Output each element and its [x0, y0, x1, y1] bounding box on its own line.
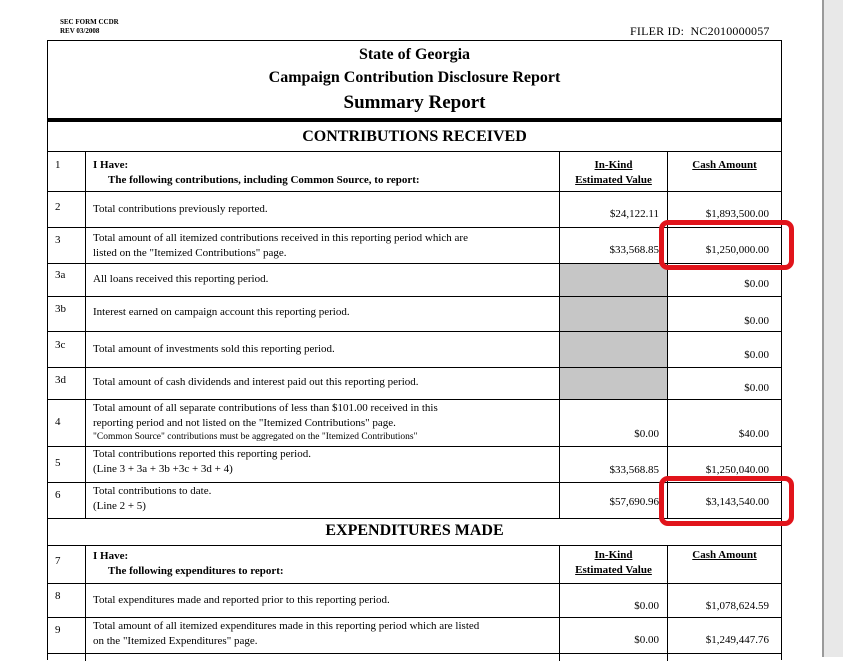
cash-amount: $1,893,500.00 — [705, 208, 769, 220]
row-description: Total amount of cash dividends and inter… — [93, 376, 419, 388]
column-header-text: In-Kind — [594, 549, 633, 561]
intro-line: The following contributions, including C… — [108, 174, 420, 186]
divider — [48, 545, 781, 546]
inkind-amount: $57,690.96 — [609, 496, 660, 508]
disabled-cell — [560, 264, 667, 296]
description-line: Total amount of all itemized contributio… — [93, 232, 468, 244]
cash-column-header: Cash Amount — [692, 549, 757, 561]
row-number: 8 — [55, 590, 61, 602]
inkind-amount: $24,122.11 — [609, 208, 659, 220]
row-description: Total contributions reported this report… — [93, 447, 543, 477]
inkind-amount: $0.00 — [634, 634, 659, 646]
divider — [85, 151, 86, 518]
divider — [85, 545, 86, 661]
row-number: 3b — [55, 303, 66, 315]
header-rule — [48, 118, 781, 122]
row-number: 6 — [55, 489, 61, 501]
form-code: SEC FORM CCDR — [60, 18, 119, 26]
inkind-amount: $33,568.85 — [609, 244, 660, 256]
disabled-cell — [560, 368, 667, 399]
form-identifier: SEC FORM CCDR REV 03/2008 — [60, 18, 119, 36]
row-description: Interest earned on campaign account this… — [93, 306, 350, 318]
inkind-amount: $0.00 — [634, 600, 659, 612]
row-description: Total contributions to date. (Line 2 + 5… — [93, 484, 543, 514]
description-line: (Line 2 + 5) — [93, 500, 146, 512]
intro-line: I Have: — [93, 550, 129, 562]
row-description: Total contributions previously reported. — [93, 203, 268, 215]
row-number: 3 — [55, 234, 61, 246]
cash-amount: $1,078,624.59 — [705, 600, 769, 612]
divider — [48, 367, 781, 368]
row-description: Total amount of all itemized contributio… — [93, 231, 543, 261]
filer-id-value: NC2010000057 — [690, 24, 770, 38]
cash-amount: $0.00 — [744, 315, 769, 327]
divider — [667, 151, 668, 518]
cash-amount: $1,249,447.76 — [705, 634, 769, 646]
description-line: (Line 3 + 3a + 3b +3c + 3d + 4) — [93, 463, 233, 475]
report-frame: State of Georgia Campaign Contribution D… — [47, 40, 782, 661]
inkind-amount: $0.00 — [634, 428, 659, 440]
row-description: All loans received this reporting period… — [93, 273, 269, 285]
disabled-cell — [560, 297, 667, 331]
divider — [48, 191, 781, 192]
cash-amount: $40.00 — [738, 428, 769, 440]
column-header-text: Estimated Value — [575, 174, 652, 186]
row-number: 3d — [55, 374, 66, 386]
report-title: Campaign Contribution Disclosure Report — [268, 69, 561, 86]
description-line: reporting period and not listed on the "… — [93, 417, 396, 429]
divider — [48, 331, 781, 332]
description-line: listed on the "Itemized Contributions" p… — [93, 247, 287, 259]
summary-title: Summary Report — [343, 92, 486, 113]
state-title: State of Georgia — [358, 46, 471, 63]
inkind-column-header: In-Kind Estimated Value — [560, 548, 667, 578]
filer-id-label: FILER ID: — [630, 24, 685, 38]
cash-amount: $0.00 — [744, 349, 769, 361]
row-number: 5 — [55, 457, 61, 469]
divider — [48, 296, 781, 297]
intro-line: The following expenditures to report: — [108, 565, 284, 577]
description-note: "Common Source" contributions must be ag… — [93, 432, 418, 442]
row-description: Total amount of all separate contributio… — [93, 401, 543, 444]
row-number: 9 — [55, 624, 61, 636]
row-number: 7 — [55, 555, 61, 567]
row-description: Total amount of all itemized expenditure… — [93, 619, 543, 649]
row-number: 3c — [55, 339, 66, 351]
row-description: Total amount of investments sold this re… — [93, 343, 335, 355]
divider — [48, 399, 781, 400]
disabled-cell — [560, 332, 667, 367]
column-header-text: In-Kind — [594, 159, 633, 171]
contributions-intro: I Have: The following contributions, inc… — [93, 158, 543, 188]
inkind-amount: $33,568.85 — [609, 464, 660, 476]
column-header-text: Estimated Value — [575, 564, 652, 576]
viewer-background — [824, 0, 843, 657]
inkind-column-header: In-Kind Estimated Value — [560, 158, 667, 188]
report-header: State of Georgia Campaign Contribution D… — [48, 41, 781, 120]
description-line: Total amount of all separate contributio… — [93, 402, 438, 414]
highlight-line3-cash — [659, 220, 794, 270]
description-line: Total contributions reported this report… — [93, 448, 311, 460]
row-number: 3a — [55, 269, 66, 281]
divider — [48, 653, 781, 654]
divider — [48, 617, 781, 618]
cash-column-header: Cash Amount — [692, 159, 757, 171]
description-line: on the "Itemized Expenditures" page. — [93, 635, 258, 647]
cash-amount: $0.00 — [744, 278, 769, 290]
cash-amount: $0.00 — [744, 382, 769, 394]
divider — [48, 583, 781, 584]
contributions-title: CONTRIBUTIONS RECEIVED — [302, 128, 527, 145]
description-line: Total contributions to date. — [93, 485, 212, 497]
description-line: Total amount of all itemized expenditure… — [93, 620, 480, 632]
form-revision: REV 03/2008 — [60, 27, 100, 35]
row-number: 2 — [55, 201, 61, 213]
row-number: 4 — [55, 416, 61, 428]
highlight-line6-cash — [659, 476, 794, 526]
cash-amount: $1,250,040.00 — [705, 464, 769, 476]
row-number: 1 — [55, 159, 61, 171]
expenditures-intro: I Have: The following expenditures to re… — [93, 549, 543, 579]
filer-id: FILER ID: NC2010000057 — [630, 24, 770, 39]
row-description: Total expenditures made and reported pri… — [93, 594, 390, 606]
divider — [48, 151, 781, 152]
intro-line: I Have: — [93, 159, 129, 171]
